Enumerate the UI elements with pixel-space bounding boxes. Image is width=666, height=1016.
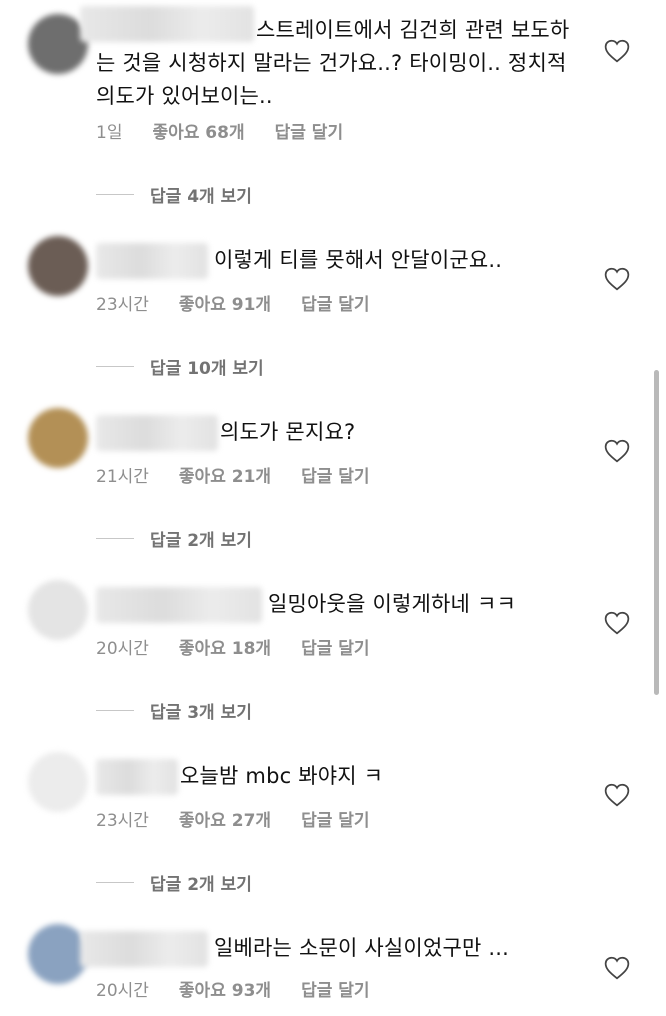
like-count[interactable]: 좋아요 93개 xyxy=(179,976,271,1001)
comment-time: 23시간 xyxy=(96,295,149,315)
comment-text: 이렇게 티를 못해서 안달이군요.. xyxy=(214,248,503,272)
comment-meta: 20시간 좋아요 93개 답글 달기 xyxy=(96,976,370,1001)
view-replies-label: 답글 2개 보기 xyxy=(150,875,252,895)
reply-button[interactable]: 답글 달기 xyxy=(301,290,369,315)
like-count[interactable]: 좋아요 91개 xyxy=(179,290,271,315)
username-redacted[interactable] xyxy=(80,931,208,967)
view-replies-label: 답글 10개 보기 xyxy=(150,359,264,379)
view-replies-button[interactable]: 답글 10개 보기 xyxy=(96,354,264,379)
heart-icon[interactable] xyxy=(604,611,630,635)
view-replies-button[interactable]: 답글 4개 보기 xyxy=(96,182,252,207)
comment-meta: 23시간 좋아요 91개 답글 달기 xyxy=(96,290,370,315)
view-replies-label: 답글 4개 보기 xyxy=(150,187,252,207)
view-replies-label: 답글 3개 보기 xyxy=(150,703,252,723)
username-redacted[interactable] xyxy=(96,243,208,279)
comment-time: 1일 xyxy=(96,123,123,143)
username-redacted[interactable] xyxy=(96,759,178,795)
divider-line xyxy=(96,194,134,195)
comment-text: 일베라는 소문이 사실이었구만 ... xyxy=(214,936,510,960)
comment-time: 23시간 xyxy=(96,811,149,831)
reply-button[interactable]: 답글 달기 xyxy=(301,634,369,659)
comment-meta: 1일 좋아요 68개 답글 달기 xyxy=(96,118,343,143)
divider-line xyxy=(96,710,134,711)
heart-icon[interactable] xyxy=(604,267,630,291)
reply-button[interactable]: 답글 달기 xyxy=(301,806,369,831)
comment-time: 21시간 xyxy=(96,467,149,487)
comment-meta: 20시간 좋아요 18개 답글 달기 xyxy=(96,634,370,659)
username-redacted[interactable] xyxy=(96,415,218,451)
view-replies-button[interactable]: 답글 2개 보기 xyxy=(96,870,252,895)
comment-meta: 21시간 좋아요 21개 답글 달기 xyxy=(96,462,370,487)
heart-icon[interactable] xyxy=(604,783,630,807)
view-replies-label: 답글 2개 보기 xyxy=(150,531,252,551)
heart-icon[interactable] xyxy=(604,439,630,463)
reply-button[interactable]: 답글 달기 xyxy=(301,976,369,1001)
like-count[interactable]: 좋아요 27개 xyxy=(179,806,271,831)
comment-time: 20시간 xyxy=(96,639,149,659)
avatar[interactable] xyxy=(28,236,88,296)
heart-icon[interactable] xyxy=(604,39,630,63)
divider-line xyxy=(96,538,134,539)
reply-button[interactable]: 답글 달기 xyxy=(275,118,343,143)
avatar[interactable] xyxy=(28,924,88,984)
avatar[interactable] xyxy=(28,580,88,640)
heart-icon[interactable] xyxy=(604,956,630,980)
avatar[interactable] xyxy=(28,408,88,468)
divider-line xyxy=(96,366,134,367)
username-redacted[interactable] xyxy=(96,587,262,623)
divider-line xyxy=(96,882,134,883)
scrollbar[interactable] xyxy=(654,370,659,695)
like-count[interactable]: 좋아요 68개 xyxy=(152,118,244,143)
like-count[interactable]: 좋아요 18개 xyxy=(179,634,271,659)
comment-text: 일밍아웃을 이렇게하네 ㅋㅋ xyxy=(268,592,516,616)
comment-text: 의도가 몬지요? xyxy=(220,420,356,444)
view-replies-button[interactable]: 답글 2개 보기 xyxy=(96,526,252,551)
comment-meta: 23시간 좋아요 27개 답글 달기 xyxy=(96,806,370,831)
reply-button[interactable]: 답글 달기 xyxy=(301,462,369,487)
view-replies-button[interactable]: 답글 3개 보기 xyxy=(96,698,252,723)
avatar[interactable] xyxy=(28,14,88,74)
avatar[interactable] xyxy=(28,752,88,812)
comment-text: 스트레이트에서 김건희 관련 보도하는 것을 시청하지 말라는 건가요..? 타… xyxy=(96,18,574,108)
like-count[interactable]: 좋아요 21개 xyxy=(179,462,271,487)
comment-time: 20시간 xyxy=(96,981,149,1001)
comment-text: 오늘밤 mbc 봐야지 ㅋ xyxy=(180,764,384,788)
